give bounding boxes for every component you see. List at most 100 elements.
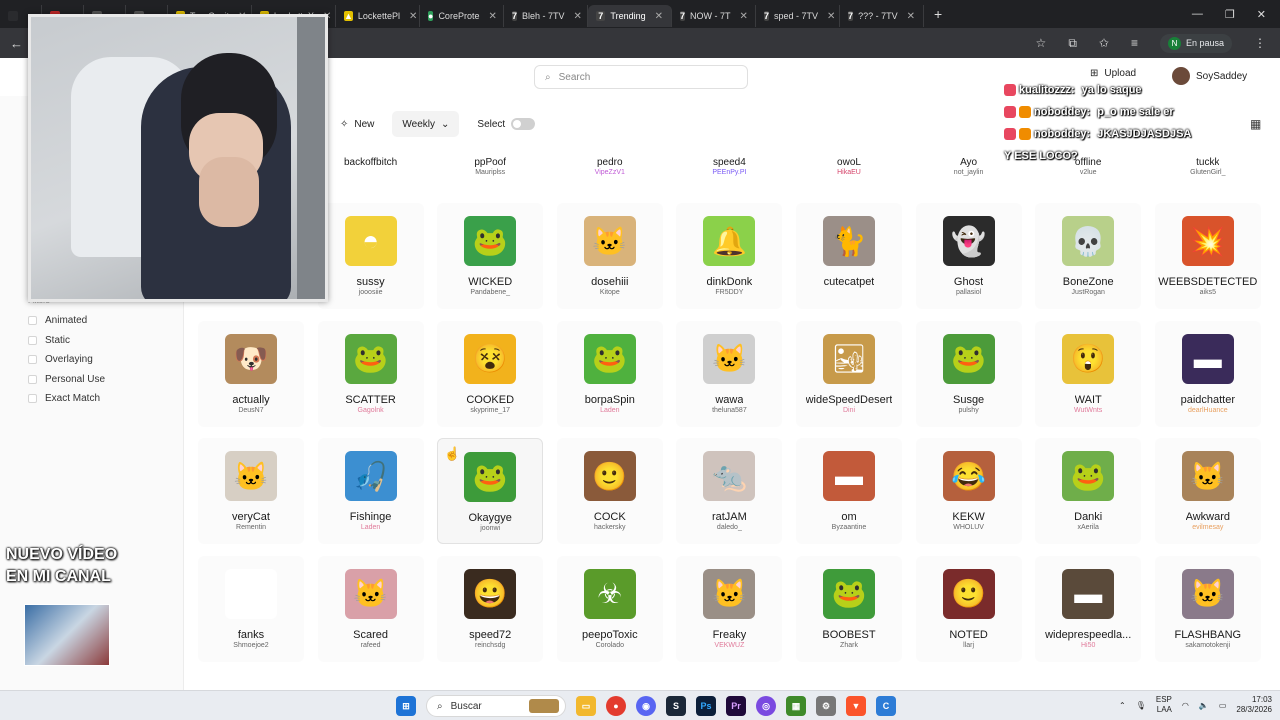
- microphone-icon[interactable]: 🎙: [1136, 701, 1146, 710]
- steam-icon[interactable]: S: [666, 696, 686, 716]
- emote-card[interactable]: 😲 WAIT WutWnts: [1035, 320, 1142, 427]
- select-switch[interactable]: [511, 118, 536, 130]
- browser-tab[interactable]: 7 sped - 7TV ✕: [756, 5, 840, 27]
- browser-tab[interactable]: ▲ LockettePl ✕: [336, 5, 420, 27]
- volume-icon[interactable]: 🔈: [1199, 701, 1209, 710]
- emote-card[interactable]: ☣ peepoToxic Corolado: [556, 555, 663, 662]
- bookmark-star-icon[interactable]: ☆: [1036, 36, 1047, 50]
- emote-card[interactable]: 🐸 BOOBEST Zhark: [796, 555, 902, 662]
- search-input[interactable]: ⌕ Search: [534, 65, 748, 89]
- browser-tab[interactable]: 7 Bleh - 7TV ✕: [504, 5, 588, 27]
- emote-card[interactable]: 🐱 FLASHBANG sakamotokenji: [1154, 555, 1261, 662]
- upload-button[interactable]: ⊞ Upload: [1090, 68, 1136, 79]
- emote-card[interactable]: 🐱 Scared rafeed: [317, 555, 424, 662]
- taskbar-search[interactable]: ⌕ Buscar: [426, 695, 566, 717]
- emote-card[interactable]: 🐱 Awkward evilmesay: [1154, 438, 1261, 544]
- menu-dots-icon[interactable]: ⋮: [1254, 36, 1266, 50]
- emote-card[interactable]: 🐱 Freaky VEKWUZ: [676, 555, 783, 662]
- settings-gear-icon[interactable]: ⚙: [816, 696, 836, 716]
- minecraft-icon[interactable]: ▦: [786, 696, 806, 716]
- windows-start-icon[interactable]: ⊞: [396, 696, 416, 716]
- emote-card[interactable]: 😵 COOKED skyprime_17: [437, 320, 544, 427]
- filter-checkbox[interactable]: [28, 394, 37, 403]
- language-indicator[interactable]: ESP LAA: [1156, 695, 1172, 715]
- emote-card[interactable]: owoL HikaEU: [796, 155, 902, 185]
- emote-card[interactable]: 🔔 dinkDonk FR5DDY: [676, 203, 783, 309]
- emote-card[interactable]: ◓ sussy jooosiie: [317, 203, 424, 309]
- emote-card[interactable]: 🙂 NOTED llarj: [915, 555, 1022, 662]
- emote-card[interactable]: 🐶 actually DeusN7: [198, 320, 304, 427]
- browser-app-icon[interactable]: C: [876, 696, 896, 716]
- brave-icon[interactable]: ▼: [846, 696, 866, 716]
- emote-card[interactable]: 💥 WEEBSDETECTED aiks5: [1154, 203, 1261, 309]
- tray-chevron-icon[interactable]: ⌃: [1119, 701, 1126, 710]
- discord-icon[interactable]: ◉: [636, 696, 656, 716]
- emote-card[interactable]: backoffbitch: [318, 155, 424, 185]
- file-explorer-icon[interactable]: ▭: [576, 696, 596, 716]
- emote-card[interactable]: 😂 KEKW WHOLUV: [915, 438, 1022, 544]
- battery-icon[interactable]: ▭: [1219, 701, 1227, 710]
- emote-card[interactable]: 🙂 COCK hackersky: [556, 438, 663, 544]
- filter-option[interactable]: Animated: [28, 315, 87, 326]
- emote-card[interactable]: ▬ om Byzaantine: [796, 438, 902, 544]
- emote-card[interactable]: ◡ fanks Shmoejoe2: [198, 555, 304, 662]
- browser-tab[interactable]: 7 ??? - 7TV ✕: [840, 5, 924, 27]
- select-toggle[interactable]: Select: [467, 111, 545, 137]
- back-arrow-icon[interactable]: ←: [10, 36, 23, 51]
- filter-option[interactable]: Overlaying: [28, 354, 93, 365]
- obs-icon[interactable]: ◎: [756, 696, 776, 716]
- emote-card[interactable]: ppPoof Mauriplss: [437, 155, 543, 185]
- emote-card[interactable]: 🐀 ratJAM daledo_: [676, 438, 783, 544]
- emote-card[interactable]: pedro VipeZzV1: [557, 155, 663, 185]
- emote-card[interactable]: 🐸 Susge pulshy: [915, 320, 1022, 427]
- emote-card[interactable]: 🐱 veryCat Rementin: [198, 438, 304, 544]
- filter-checkbox[interactable]: [28, 355, 37, 364]
- period-dropdown[interactable]: Weekly ⌄: [392, 111, 460, 137]
- profile-pause-pill[interactable]: N En pausa: [1159, 33, 1232, 53]
- premiere-icon[interactable]: Pr: [726, 696, 746, 716]
- tab-close-icon[interactable]: ✕: [574, 11, 582, 22]
- minimize-icon[interactable]: —: [1192, 8, 1203, 21]
- filter-checkbox[interactable]: [28, 316, 37, 325]
- emote-card[interactable]: 🐸 SCATTER Gagolnk: [317, 320, 424, 427]
- emote-card[interactable]: 🐸 WICKED Pandabene_: [437, 203, 544, 309]
- filter-checkbox[interactable]: [28, 335, 37, 345]
- emote-card[interactable]: 😀 speed72 reinchsdg: [437, 555, 544, 662]
- emote-card[interactable]: 🐸 borpaSpin Laden: [556, 320, 663, 427]
- tab-close-icon[interactable]: ✕: [655, 11, 663, 22]
- emote-card[interactable]: 🐱 wawa theluna587: [676, 320, 783, 427]
- browser-tab[interactable]: 7 Trending ✕: [588, 5, 672, 27]
- filter-option[interactable]: Personal Use: [28, 374, 105, 385]
- chrome-icon[interactable]: ●: [606, 696, 626, 716]
- tab-close-icon[interactable]: ✕: [827, 11, 835, 22]
- emote-card[interactable]: 🐱 dosehiii Kitope: [556, 203, 663, 309]
- browser-tab[interactable]: ● CoreProte ✕: [420, 5, 504, 27]
- browser-tab[interactable]: 7 NOW - 7T ✕: [672, 5, 756, 27]
- reading-list-icon[interactable]: ≡: [1131, 36, 1138, 50]
- emote-card[interactable]: 👻 Ghost pallasiol: [915, 203, 1022, 309]
- extensions-icon[interactable]: ⧉: [1068, 36, 1077, 51]
- filter-option[interactable]: Static: [28, 335, 70, 346]
- emote-card[interactable]: 🐸 Danki xAerila: [1035, 438, 1142, 544]
- emote-card[interactable]: ▬ wideprespeedla... Hi50: [1035, 555, 1142, 662]
- emote-card[interactable]: 🏜 wideSpeedDesert Dini: [796, 320, 902, 427]
- emote-card[interactable]: 🐈 cutecatpet: [796, 203, 902, 309]
- sort-new-button[interactable]: ✧ New: [330, 111, 384, 137]
- filter-option[interactable]: Exact Match: [28, 393, 100, 404]
- tab-close-icon[interactable]: ✕: [488, 11, 496, 22]
- new-tab-button[interactable]: +: [924, 6, 952, 22]
- close-window-icon[interactable]: ✕: [1257, 8, 1266, 21]
- tab-close-icon[interactable]: ✕: [907, 11, 915, 22]
- tab-close-icon[interactable]: ✕: [740, 11, 748, 22]
- emote-card[interactable]: 💀 BoneZone JustRogan: [1035, 203, 1142, 309]
- emote-card[interactable]: speed4 PEEnPy.PI: [676, 155, 782, 185]
- favorites-icon[interactable]: ✩: [1099, 36, 1109, 50]
- filter-checkbox[interactable]: [28, 374, 37, 384]
- emote-card[interactable]: ▬ paidchatter dearlHuance: [1154, 320, 1261, 427]
- photoshop-icon[interactable]: Ps: [696, 696, 716, 716]
- emote-card[interactable]: 🎣 Fishinge Laden: [317, 438, 424, 544]
- maximize-icon[interactable]: ❐: [1225, 8, 1235, 21]
- tab-close-icon[interactable]: ✕: [409, 11, 417, 22]
- wifi-icon[interactable]: ◠: [1182, 701, 1189, 710]
- clock[interactable]: 17:03 28/3/2026: [1236, 695, 1272, 715]
